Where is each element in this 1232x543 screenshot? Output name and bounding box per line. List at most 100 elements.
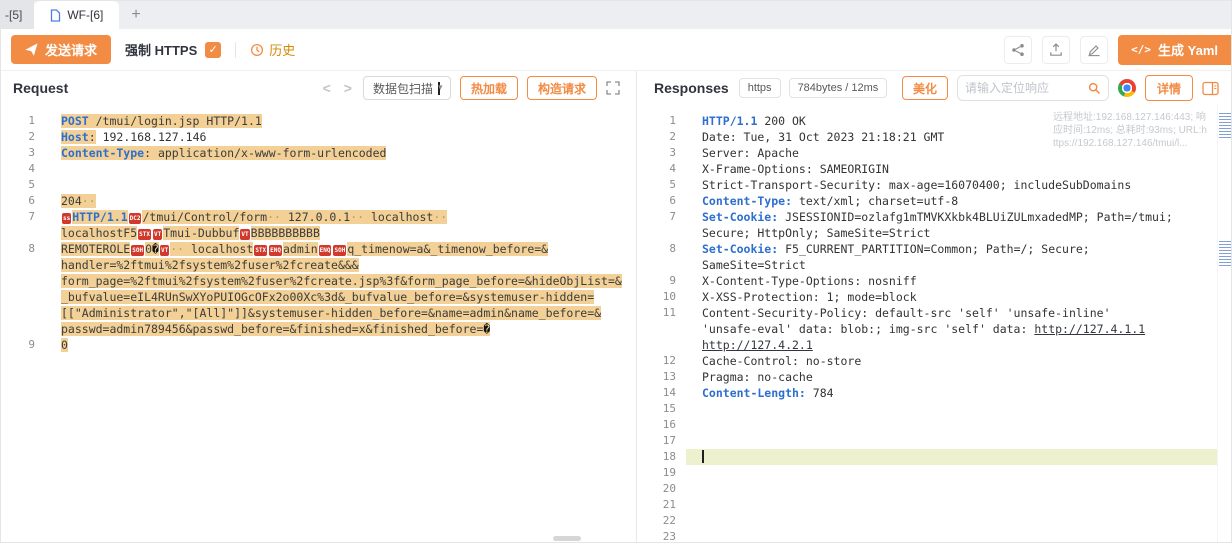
- editor-line[interactable]: 3Content-Type: application/x-www-form-ur…: [1, 145, 632, 161]
- editor-line[interactable]: 90: [1, 337, 632, 353]
- minimap-text-blob: [1219, 241, 1231, 267]
- editor-line[interactable]: SameSite=Strict: [642, 257, 1231, 273]
- editor-line[interactable]: 11Content-Security-Policy: default-src '…: [642, 305, 1231, 321]
- editor-line[interactable]: 8Set-Cookie: F5_CURRENT_PARTITION=Common…: [642, 241, 1231, 257]
- editor-line[interactable]: 17: [642, 433, 1231, 449]
- editor-line[interactable]: 13Pragma: no-cache: [642, 369, 1231, 385]
- response-editor[interactable]: 1HTTP/1.1 200 OK2Date: Tue, 31 Oct 2023 …: [642, 105, 1231, 543]
- packet-scan-button[interactable]: 数据包扫描 ▾: [363, 76, 451, 100]
- chrome-icon[interactable]: [1118, 79, 1136, 97]
- code-segment: 127.0.0.1: [281, 210, 350, 224]
- force-https-checkbox[interactable]: ✓: [205, 42, 221, 58]
- send-request-button[interactable]: 发送请求: [11, 35, 111, 64]
- control-char-badge: SOH: [333, 245, 346, 256]
- request-editor[interactable]: 1POST /tmui/login.jsp HTTP/1.12Host: 192…: [1, 105, 632, 353]
- code-line: Host: 192.168.127.146: [35, 129, 206, 145]
- editor-line[interactable]: 10X-XSS-Protection: 1; mode=block: [642, 289, 1231, 305]
- minimap[interactable]: [1217, 105, 1231, 543]
- editor-line[interactable]: 5: [1, 177, 632, 193]
- editor-line[interactable]: 12Cache-Control: no-store: [642, 353, 1231, 369]
- generate-yaml-label: 生成 Yaml: [1158, 40, 1218, 59]
- editor-line[interactable]: 23: [642, 529, 1231, 543]
- editor-line[interactable]: handler=%2ftmui%2fsystem%2fuser%2fcreate…: [1, 257, 632, 273]
- editor-line[interactable]: _bufvalue=eIL4RUnSwXYoPUIOGcOFx2o00Xc%3d…: [1, 289, 632, 305]
- console-panel-icon[interactable]: [1202, 81, 1219, 96]
- editor-line[interactable]: 15: [642, 401, 1231, 417]
- main-split: Request < > 数据包扫描 ▾ 热加载 构造请求 1POST /tmu: [1, 71, 1231, 543]
- control-char-badge: ss: [62, 213, 71, 224]
- code-segment: ··: [170, 242, 184, 256]
- tab-active[interactable]: WF-[6]: [34, 1, 119, 29]
- line-number: 3: [1, 145, 35, 161]
- code-segment: :: [89, 130, 96, 144]
- editor-line[interactable]: 9X-Content-Type-Options: nosniff: [642, 273, 1231, 289]
- history-button[interactable]: 历史: [250, 40, 295, 59]
- panel-splitter[interactable]: [632, 71, 642, 543]
- editor-line[interactable]: 7Set-Cookie: JSESSIONID=ozlafg1mTMVKXkbk…: [642, 209, 1231, 225]
- editor-line[interactable]: 6Content-Type: text/xml; charset=utf-8: [642, 193, 1231, 209]
- code-segment: X-XSS-Protection: 1; mode=block: [702, 290, 917, 304]
- editor-line[interactable]: 5Strict-Transport-Security: max-age=1607…: [642, 177, 1231, 193]
- code-segment: passwd=admin789456&passwd_before=&finish…: [61, 322, 483, 336]
- editor-line[interactable]: 16: [642, 417, 1231, 433]
- chevron-left-icon[interactable]: <: [321, 80, 333, 96]
- code-segment: Set-Cookie:: [702, 210, 778, 224]
- code-segment: SameSite=Strict: [702, 258, 806, 272]
- packet-scan-label: 数据包扫描: [373, 80, 433, 97]
- share-button[interactable]: [1004, 36, 1032, 64]
- editor-line[interactable]: 21: [642, 497, 1231, 513]
- text-cursor: [702, 450, 704, 463]
- horizontal-scrollbar[interactable]: [553, 536, 581, 541]
- editor-line[interactable]: form_page=%2ftmui%2fsystem%2fuser%2fcrea…: [1, 273, 632, 289]
- response-search-input[interactable]: [965, 81, 1084, 95]
- editor-line[interactable]: [["Administrator","[All]"]]&systemuser-h…: [1, 305, 632, 321]
- code-segment: /tmui/login.jsp HTTP/1.1: [89, 114, 262, 128]
- editor-line[interactable]: 6204··: [1, 193, 632, 209]
- detail-button[interactable]: 详情: [1145, 75, 1193, 101]
- code-segment: REMOTEROLE: [61, 242, 130, 256]
- beautify-button[interactable]: 美化: [902, 76, 948, 100]
- line-number: 8: [1, 241, 35, 257]
- generate-yaml-button[interactable]: </> 生成 Yaml: [1118, 35, 1231, 65]
- code-segment: Secure; HttpOnly; SameSite=Strict: [702, 226, 930, 240]
- code-segment: 0: [145, 242, 152, 256]
- editor-line[interactable]: 14Content-Length: 784: [642, 385, 1231, 401]
- request-editor-wrap: 1POST /tmui/login.jsp HTTP/1.12Host: 192…: [1, 105, 632, 543]
- line-number: 7: [642, 209, 676, 225]
- editor-line[interactable]: localhostF5STXVTTmui-DubbufVTBBBBBBBBBB: [1, 225, 632, 241]
- export-button[interactable]: [1042, 36, 1070, 64]
- editor-line[interactable]: passwd=admin789456&passwd_before=&finish…: [1, 321, 632, 337]
- editor-line[interactable]: 20: [642, 481, 1231, 497]
- editor-line[interactable]: 7ssHTTP/1.1DC2/tmui/Control/form·· 127.0…: [1, 209, 632, 225]
- toolbar-divider: [235, 42, 236, 58]
- control-char-badge: ENQ: [269, 245, 282, 256]
- control-char-badge: SOH: [131, 245, 144, 256]
- editor-line[interactable]: http://127.4.2.1: [642, 337, 1231, 353]
- editor-line[interactable]: 8REMOTEROLESOH0�VT·· localhostSTXENQadmi…: [1, 241, 632, 257]
- editor-line[interactable]: 22: [642, 513, 1231, 529]
- hot-reload-button[interactable]: 热加载: [460, 76, 518, 100]
- editor-line[interactable]: 1POST /tmui/login.jsp HTTP/1.1: [1, 113, 632, 129]
- line-number: 13: [642, 369, 676, 385]
- editor-line[interactable]: 4X-Frame-Options: SAMEORIGIN: [642, 161, 1231, 177]
- response-header-actions: 美化 详情: [902, 75, 1219, 101]
- code-segment: Host: [61, 130, 89, 144]
- code-segment: 204: [61, 194, 82, 208]
- edit-button[interactable]: [1080, 36, 1108, 64]
- construct-request-button[interactable]: 构造请求: [527, 76, 597, 100]
- control-char-badge: VT: [153, 229, 162, 240]
- chevron-right-icon[interactable]: >: [342, 80, 354, 96]
- editor-line[interactable]: 19: [642, 465, 1231, 481]
- editor-line[interactable]: 'unsafe-eval' data: blob:; img-src 'self…: [642, 321, 1231, 337]
- add-tab-button[interactable]: +: [131, 7, 140, 23]
- editor-line[interactable]: Secure; HttpOnly; SameSite=Strict: [642, 225, 1231, 241]
- response-panel-title: Responses: [654, 80, 729, 96]
- fullscreen-icon[interactable]: [606, 81, 620, 95]
- editor-line[interactable]: 2Host: 192.168.127.146: [1, 129, 632, 145]
- code-segment: form_page=%2ftmui%2fsystem%2fuser%2fcrea…: [61, 274, 622, 288]
- search-icon[interactable]: [1088, 82, 1101, 95]
- tab-previous[interactable]: -[5]: [1, 1, 34, 29]
- editor-line[interactable]: 18: [642, 449, 1231, 465]
- editor-line[interactable]: 4: [1, 161, 632, 177]
- code-segment: Content-Type:: [702, 194, 792, 208]
